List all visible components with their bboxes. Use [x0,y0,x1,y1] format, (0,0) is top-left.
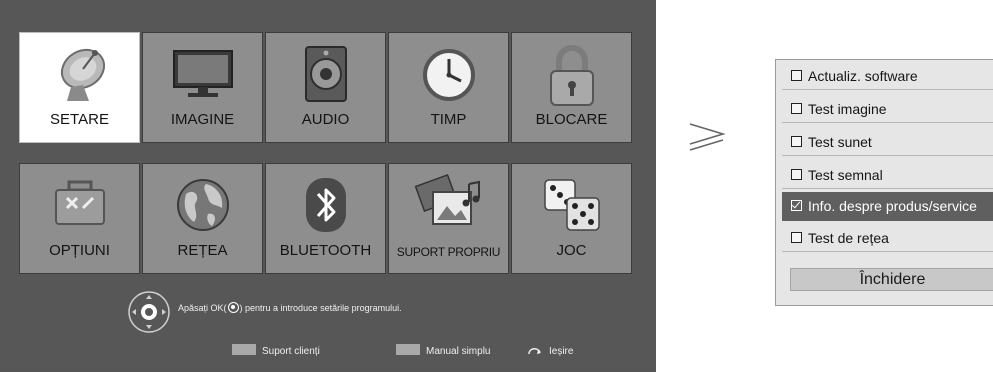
checkbox-icon [791,136,802,147]
hint-text-after: ) pentru a introduce setările programulu… [239,303,402,313]
submenu-item-product-service-info[interactable]: Info. despre produs/service [782,192,993,221]
submenu-item-label: Test de rețea [808,230,889,246]
hint-text-before: Apăsați OK( [178,303,227,313]
tile-label: TIMP [430,111,467,128]
submenu-item-label: Test semnal [808,167,883,183]
speaker-icon [304,46,347,102]
checkbox-checked-icon [791,200,802,211]
ok-hint-text: Apăsați OK( ) pentru a introduce setările… [178,302,402,313]
customer-support-button[interactable]: Suport clienți [262,346,320,357]
checkbox-icon [791,169,802,180]
transition-arrow-icon [689,123,726,151]
menu-tile-joc[interactable]: JOC [511,163,632,274]
tile-label: REȚEA [177,242,228,259]
padlock-icon [549,45,594,106]
tile-label: SETARE [50,111,109,128]
dice-icon [543,179,600,231]
menu-tile-suport-propriu[interactable]: SUPORT PROPRIU [388,163,509,274]
checkbox-icon [791,103,802,114]
menu-tile-audio[interactable]: AUDIO [265,32,386,143]
menu-tile-bluetooth[interactable]: BLUETOOTH [265,163,386,274]
back-arrow-icon [528,348,541,355]
menu-tile-optiuni[interactable]: OPȚIUNI [19,163,140,274]
support-color-key-icon [232,344,256,355]
tv-home-screen: SETARE IMAGINE AUDIO TIMP BLOCARE OPȚIUN… [0,0,656,372]
tile-label: IMAGINE [170,111,235,128]
checkbox-icon [791,232,802,243]
submenu-item-software-update[interactable]: Actualiz. software [782,63,993,90]
media-files-icon [414,174,480,225]
tile-label: JOC [556,242,587,259]
menu-tile-imagine[interactable]: IMAGINE [142,32,263,143]
toolbox-icon [54,180,105,225]
satellite-dish-icon [60,48,105,101]
submenu-item-label: Test imagine [808,101,887,117]
submenu-item-picture-test[interactable]: Test imagine [782,96,993,123]
setup-submenu-panel: Actualiz. software Test imagine Test sun… [775,59,993,306]
ok-button-icon [227,302,239,313]
tile-label: AUDIO [301,111,350,128]
menu-tile-blocare[interactable]: BLOCARE [511,32,632,143]
close-button[interactable]: Închidere [790,268,993,291]
menu-tile-timp[interactable]: TIMP [388,32,509,143]
checkbox-icon [791,70,802,81]
menu-tile-setare[interactable]: SETARE [19,32,140,143]
tile-label: OPȚIUNI [49,242,110,259]
menu-tile-retea[interactable]: REȚEA [142,163,263,274]
submenu-item-signal-test[interactable]: Test semnal [782,162,993,189]
submenu-item-network-test[interactable]: Test de rețea [782,225,993,252]
monitor-icon [172,50,233,97]
navigation-pad-icon [128,291,170,333]
submenu-item-label: Info. despre produs/service [808,198,977,214]
manual-color-key-icon [396,344,420,355]
tile-label: SUPORT PROPRIU [396,245,501,259]
submenu-item-sound-test[interactable]: Test sunet [782,129,993,156]
tile-label: BLUETOOTH [279,242,372,259]
bluetooth-icon [305,178,346,232]
submenu-item-label: Actualiz. software [808,68,918,84]
simple-manual-button[interactable]: Manual simplu [426,346,490,357]
tile-label: BLOCARE [535,111,608,128]
submenu-item-label: Test sunet [808,134,872,150]
clock-icon [422,49,475,101]
globe-icon [176,179,229,231]
exit-button[interactable]: Ieșire [549,346,573,357]
